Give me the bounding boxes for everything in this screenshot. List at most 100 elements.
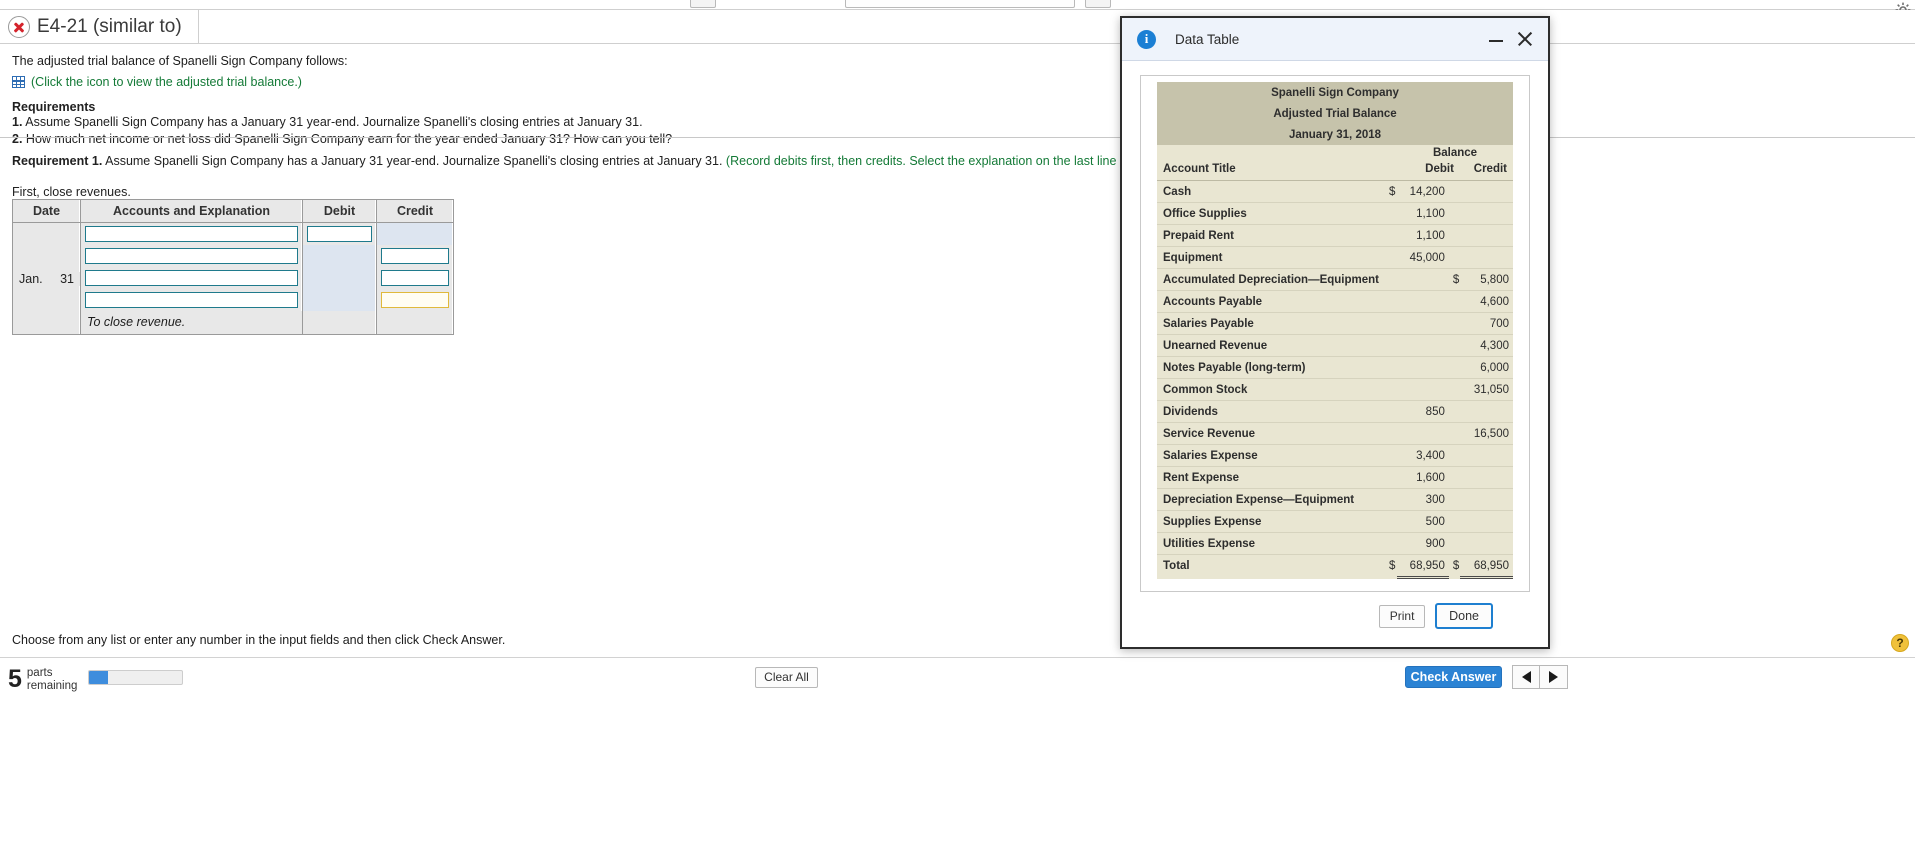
tb-col-debit: Debit <box>1396 161 1460 181</box>
journal-credit-input-2[interactable] <box>381 248 449 264</box>
tb-credit-value: 700 <box>1459 312 1513 335</box>
tb-debit-value <box>1396 356 1449 379</box>
clear-all-button[interactable]: Clear All <box>755 667 818 688</box>
tb-total-debit-currency: $ <box>1388 560 1396 573</box>
section-divider <box>0 137 1915 138</box>
tb-credit-value <box>1459 246 1513 269</box>
tb-group-header-spacer <box>1157 145 1385 161</box>
tb-credit-value <box>1459 180 1513 203</box>
next-button[interactable] <box>1540 665 1568 689</box>
minimize-icon[interactable] <box>1489 32 1503 46</box>
tb-title-row-2: Adjusted Trial Balance <box>1157 103 1513 124</box>
tb-credit-currency <box>1448 290 1460 313</box>
tb-account-title: Service Revenue <box>1157 422 1385 445</box>
journal-credit-input-4[interactable] <box>381 292 449 308</box>
journal-credit-input-3[interactable] <box>381 270 449 286</box>
journal-col-date: Date <box>13 200 81 223</box>
journal-account-input-2[interactable] <box>85 248 298 264</box>
trial-balance-link-row[interactable]: (Click the icon to view the adjusted tri… <box>12 75 1903 89</box>
tb-total-credit-currency: $ <box>1452 560 1460 573</box>
journal-account-cell-2[interactable] <box>81 245 303 267</box>
tb-row: Dividends 850 <box>1157 400 1513 423</box>
journal-explanation-credit-cell <box>377 311 453 334</box>
tb-debit-currency <box>1384 378 1397 401</box>
tb-credit-value <box>1459 400 1513 423</box>
tb-title-row-3: January 31, 2018 <box>1157 124 1513 145</box>
journal-credit-cell-4[interactable] <box>377 289 453 311</box>
close-icon[interactable] <box>1517 31 1533 47</box>
requirement-2-number: 2. <box>12 131 23 146</box>
dialog-window-controls <box>1489 31 1538 47</box>
tb-credit-currency <box>1448 444 1460 467</box>
tb-total-row: Total $68,950 $68,950 <box>1157 554 1513 579</box>
tb-debit-currency <box>1384 400 1397 423</box>
toolbar-button-right[interactable] <box>1085 0 1111 8</box>
tb-credit-currency <box>1448 488 1460 511</box>
toolbar-button-left[interactable] <box>690 0 716 8</box>
requirement-1-label: Requirement 1. <box>12 154 103 168</box>
journal-account-input-3[interactable] <box>85 270 298 286</box>
parts-label: parts remaining <box>27 667 78 692</box>
journal-account-input-1[interactable] <box>85 226 298 242</box>
tb-total-credit-value: 68,950 <box>1459 554 1513 579</box>
tb-credit-currency <box>1448 510 1460 533</box>
journal-date-month: Jan. <box>19 271 43 286</box>
tb-debit-currency <box>1384 312 1397 335</box>
help-badge[interactable]: ? <box>1891 634 1909 652</box>
tb-debit-value <box>1396 268 1449 291</box>
tb-company-name: Spanelli Sign Company <box>1157 82 1513 103</box>
view-trial-balance-link[interactable]: (Click the icon to view the adjusted tri… <box>31 75 302 89</box>
tb-debit-value: 850 <box>1396 400 1449 423</box>
question-intro: The adjusted trial balance of Spanelli S… <box>12 54 348 68</box>
journal-account-cell-4[interactable] <box>81 289 303 311</box>
print-button[interactable]: Print <box>1379 604 1426 628</box>
tb-row: Office Supplies 1,100 <box>1157 202 1513 225</box>
journal-account-cell-1[interactable] <box>81 223 303 245</box>
page-title: E4-21 (similar to) <box>37 16 182 37</box>
journal-credit-cell-2[interactable] <box>377 245 453 267</box>
done-button[interactable]: Done <box>1435 603 1493 629</box>
tb-credit-value: 6,000 <box>1459 356 1513 379</box>
tb-account-title: Common Stock <box>1157 378 1385 401</box>
question-body: The adjusted trial balance of Spanelli S… <box>0 44 1915 147</box>
journal-account-cell-3[interactable] <box>81 267 303 289</box>
requirement-1-section: Requirement 1. Assume Spanelli Sign Comp… <box>12 153 1902 199</box>
tb-account-title: Accounts Payable <box>1157 290 1385 313</box>
journal-debit-cell-1[interactable] <box>303 223 377 245</box>
tb-debit-currency <box>1384 334 1397 357</box>
left-arrow-icon <box>1521 671 1531 683</box>
journal-debit-cell-3 <box>303 267 377 289</box>
info-icon: i <box>1137 29 1156 49</box>
check-answer-button[interactable]: Check Answer <box>1405 666 1502 688</box>
tb-account-title: Depreciation Expense—Equipment <box>1157 488 1385 511</box>
journal-credit-cell-3[interactable] <box>377 267 453 289</box>
tb-debit-value: 900 <box>1396 532 1449 555</box>
tb-credit-currency <box>1448 422 1460 445</box>
tb-debit-value <box>1396 290 1449 313</box>
parts-label-line1: parts <box>26 667 53 679</box>
journal-debit-input-1[interactable] <box>307 226 372 242</box>
dialog-title: Data Table <box>1175 31 1240 47</box>
tb-debit-currency <box>1384 510 1397 533</box>
previous-button[interactable] <box>1512 665 1540 689</box>
tb-debit-value: 300 <box>1396 488 1449 511</box>
table-grid-icon[interactable] <box>12 76 25 88</box>
tb-credit-currency: $ <box>1448 268 1460 291</box>
parts-count: 5 <box>8 665 22 693</box>
tb-statement-date: January 31, 2018 <box>1157 124 1513 145</box>
data-table-dialog: i Data Table Spanelli Sign Company Adjus… <box>1120 16 1550 649</box>
tb-statement-name: Adjusted Trial Balance <box>1157 103 1513 124</box>
top-toolbar-strip <box>0 0 1915 10</box>
journal-explanation-text: To close revenue. <box>81 311 302 334</box>
tb-credit-value <box>1459 224 1513 247</box>
journal-col-credit: Credit <box>377 200 453 223</box>
journal-date-day: 31 <box>60 271 74 286</box>
tb-credit-currency <box>1448 312 1460 335</box>
tb-col-credit: Credit <box>1459 161 1513 181</box>
error-x-icon <box>8 16 30 38</box>
journal-account-input-4[interactable] <box>85 292 298 308</box>
tb-debit-currency <box>1384 422 1397 445</box>
toolbar-search-box[interactable] <box>845 0 1075 8</box>
tb-debit-currency <box>1384 532 1397 555</box>
tb-credit-value: 4,300 <box>1459 334 1513 357</box>
